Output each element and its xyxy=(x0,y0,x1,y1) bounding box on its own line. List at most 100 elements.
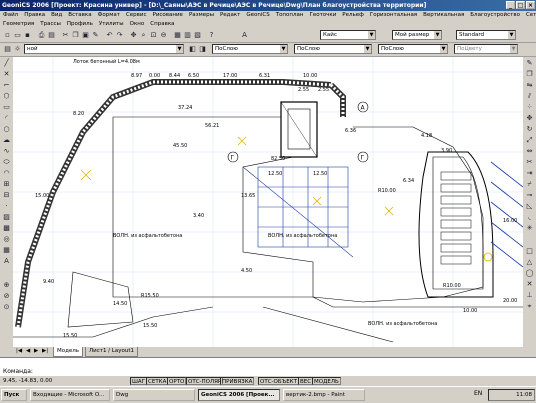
menu-geometry[interactable]: Геометрия xyxy=(0,20,37,29)
join-icon[interactable]: ⊸ xyxy=(525,191,534,200)
layer-previous-icon[interactable]: ◨ xyxy=(198,45,207,54)
revision-cloud-icon[interactable]: ☁ xyxy=(2,136,11,145)
osnap-toggle[interactable]: ПРИВЯЗКА xyxy=(220,377,255,385)
menu-dimensions[interactable]: Размеры xyxy=(186,11,217,20)
chamfer-icon[interactable]: ◺ xyxy=(525,202,534,211)
print-icon[interactable]: ⎙ xyxy=(37,31,46,40)
stretch-icon[interactable]: ⇔ xyxy=(525,147,534,156)
menu-utilities[interactable]: Утилиты xyxy=(96,20,127,29)
tab-model[interactable]: Модель xyxy=(53,347,84,357)
menu-tools[interactable]: Сервис xyxy=(123,11,150,20)
snap-intersection-icon[interactable]: ✕ xyxy=(525,280,534,289)
menu-landscaping[interactable]: Благоустройство xyxy=(467,11,523,20)
table-style-combo[interactable]: Standard ▼ xyxy=(456,30,516,40)
menu-format[interactable]: Формат xyxy=(95,11,123,20)
zoom-realtime-icon[interactable]: ⌕ xyxy=(139,31,148,40)
fillet-icon[interactable]: ◟ xyxy=(525,213,534,222)
layer-combo[interactable]: ной ▼ xyxy=(24,44,184,54)
insert-block-icon[interactable]: ⊞ xyxy=(2,180,11,189)
mirror-icon[interactable]: ⇋ xyxy=(525,81,534,90)
properties-icon[interactable]: ▦ xyxy=(173,31,182,40)
paste-icon[interactable]: ▣ xyxy=(81,31,90,40)
zoom-window-icon[interactable]: ⊡ xyxy=(149,31,158,40)
trim-icon[interactable]: ✂ xyxy=(525,158,534,167)
menu-geonics[interactable]: GeoniCS xyxy=(243,11,272,20)
spline-icon[interactable]: ∿ xyxy=(2,147,11,156)
copy-object-icon[interactable]: ❐ xyxy=(525,70,534,79)
menu-geopoints[interactable]: Геоточки xyxy=(306,11,339,20)
tab-layout1[interactable]: Лист1 / Layout1 xyxy=(85,347,138,357)
menu-edit[interactable]: Правка xyxy=(21,11,48,20)
copy-icon[interactable]: ❐ xyxy=(71,31,80,40)
save-icon[interactable]: ▪ xyxy=(23,31,32,40)
multiline-text-icon[interactable]: A xyxy=(2,257,11,266)
tool-palette-icon[interactable]: ▧ xyxy=(193,31,202,40)
open-folder-icon[interactable]: ▭ xyxy=(13,31,22,40)
undo-icon[interactable]: ↶ xyxy=(105,31,114,40)
menu-routes[interactable]: Трассы xyxy=(37,20,64,29)
redo-icon[interactable]: ↷ xyxy=(115,31,124,40)
snap-endpoint-icon[interactable]: □ xyxy=(525,247,534,256)
text-style-combo[interactable]: Кайс ▼ xyxy=(320,30,376,40)
menu-draw[interactable]: Рисование xyxy=(150,11,186,20)
menu-window[interactable]: Окно xyxy=(127,20,148,29)
snap-nearest-icon[interactable]: ⌖ xyxy=(525,302,534,311)
menu-networks[interactable]: Сети xyxy=(523,11,536,20)
pan-icon[interactable]: ✥ xyxy=(129,31,138,40)
offset-icon[interactable]: ⫽ xyxy=(525,92,534,101)
text-style-icon[interactable]: A xyxy=(240,31,249,40)
gradient-icon[interactable]: ▩ xyxy=(2,224,11,233)
tab-last-button[interactable]: ▶| xyxy=(39,347,52,356)
layer-manager-icon[interactable]: ▤ xyxy=(3,45,12,54)
construction-line-icon[interactable]: ✕ xyxy=(2,70,11,79)
extend-icon[interactable]: ⇥ xyxy=(525,169,534,178)
help-icon[interactable]: ? xyxy=(207,31,216,40)
menu-file[interactable]: Файл xyxy=(0,11,21,20)
geo-line-icon[interactable]: ⊘ xyxy=(2,292,11,301)
break-icon[interactable]: ⌿ xyxy=(525,180,534,189)
command-line[interactable]: Команда: xyxy=(0,357,536,377)
preview-icon[interactable]: ▤ xyxy=(47,31,56,40)
otrack-toggle[interactable]: ОТС-ОБЪЕКТ xyxy=(258,377,299,385)
model-toggle[interactable]: МОДЕЛЬ xyxy=(312,377,341,385)
menu-modify[interactable]: Редакт xyxy=(217,11,243,20)
grid-toggle[interactable]: СЕТКА xyxy=(146,377,169,385)
make-current-layer-icon[interactable]: ◧ xyxy=(188,45,197,54)
lineweight-toggle[interactable]: ВЕС xyxy=(298,377,314,385)
ellipse-arc-icon[interactable]: ◠ xyxy=(2,169,11,178)
minimize-button[interactable]: _ xyxy=(506,1,515,9)
design-center-icon[interactable]: ▥ xyxy=(183,31,192,40)
line-icon[interactable]: ╱ xyxy=(2,59,11,68)
circle-icon[interactable]: ○ xyxy=(2,125,11,134)
drawing-canvas[interactable]: A Г Г Лоток бетонный L=4.08м 8.97 0.00 8… xyxy=(13,57,523,347)
menu-vertical[interactable]: Вертикальная xyxy=(420,11,467,20)
maximize-button[interactable]: □ xyxy=(516,1,525,9)
cut-icon[interactable]: ✂ xyxy=(61,31,70,40)
language-indicator[interactable]: EN xyxy=(474,390,482,397)
task-button-active[interactable]: GeoniCS 2006 [Проек... xyxy=(198,389,280,401)
menu-topoplan[interactable]: Топоплан xyxy=(273,11,307,20)
explode-icon[interactable]: ✳ xyxy=(525,224,534,233)
scale-icon[interactable]: ⤢ xyxy=(525,136,534,145)
menu-insert[interactable]: Вставка xyxy=(65,11,94,20)
task-button[interactable]: вертик-2.bmp - Paint xyxy=(283,389,365,401)
match-properties-icon[interactable]: ✎ xyxy=(91,31,100,40)
erase-icon[interactable]: ✎ xyxy=(525,59,534,68)
start-button[interactable]: Пуск xyxy=(1,389,27,401)
menu-horizontal[interactable]: Горизонтальная xyxy=(367,11,420,20)
rectangle-icon[interactable]: ▭ xyxy=(2,103,11,112)
table-icon[interactable]: ▦ xyxy=(2,246,11,255)
make-block-icon[interactable]: ⊟ xyxy=(2,191,11,200)
polyline-icon[interactable]: ⌐ xyxy=(2,81,11,90)
point-icon[interactable]: · xyxy=(2,202,11,211)
system-clock[interactable]: 11:08 xyxy=(488,389,535,401)
menu-profile[interactable]: Профиль xyxy=(64,20,96,29)
dimension-style-combo[interactable]: Мой размер ▼ xyxy=(392,30,442,40)
move-icon[interactable]: ✥ xyxy=(525,114,534,123)
plotstyle-combo[interactable]: ПоЦвету ▼ xyxy=(454,44,518,54)
geo-point-icon[interactable]: ⊕ xyxy=(2,281,11,290)
region-icon[interactable]: ◎ xyxy=(2,235,11,244)
task-button[interactable]: Входящие - Microsoft O... xyxy=(30,389,110,401)
lineweight-combo[interactable]: ПоСлою ▼ xyxy=(378,44,448,54)
snap-toggle[interactable]: ШАГ xyxy=(130,377,147,385)
